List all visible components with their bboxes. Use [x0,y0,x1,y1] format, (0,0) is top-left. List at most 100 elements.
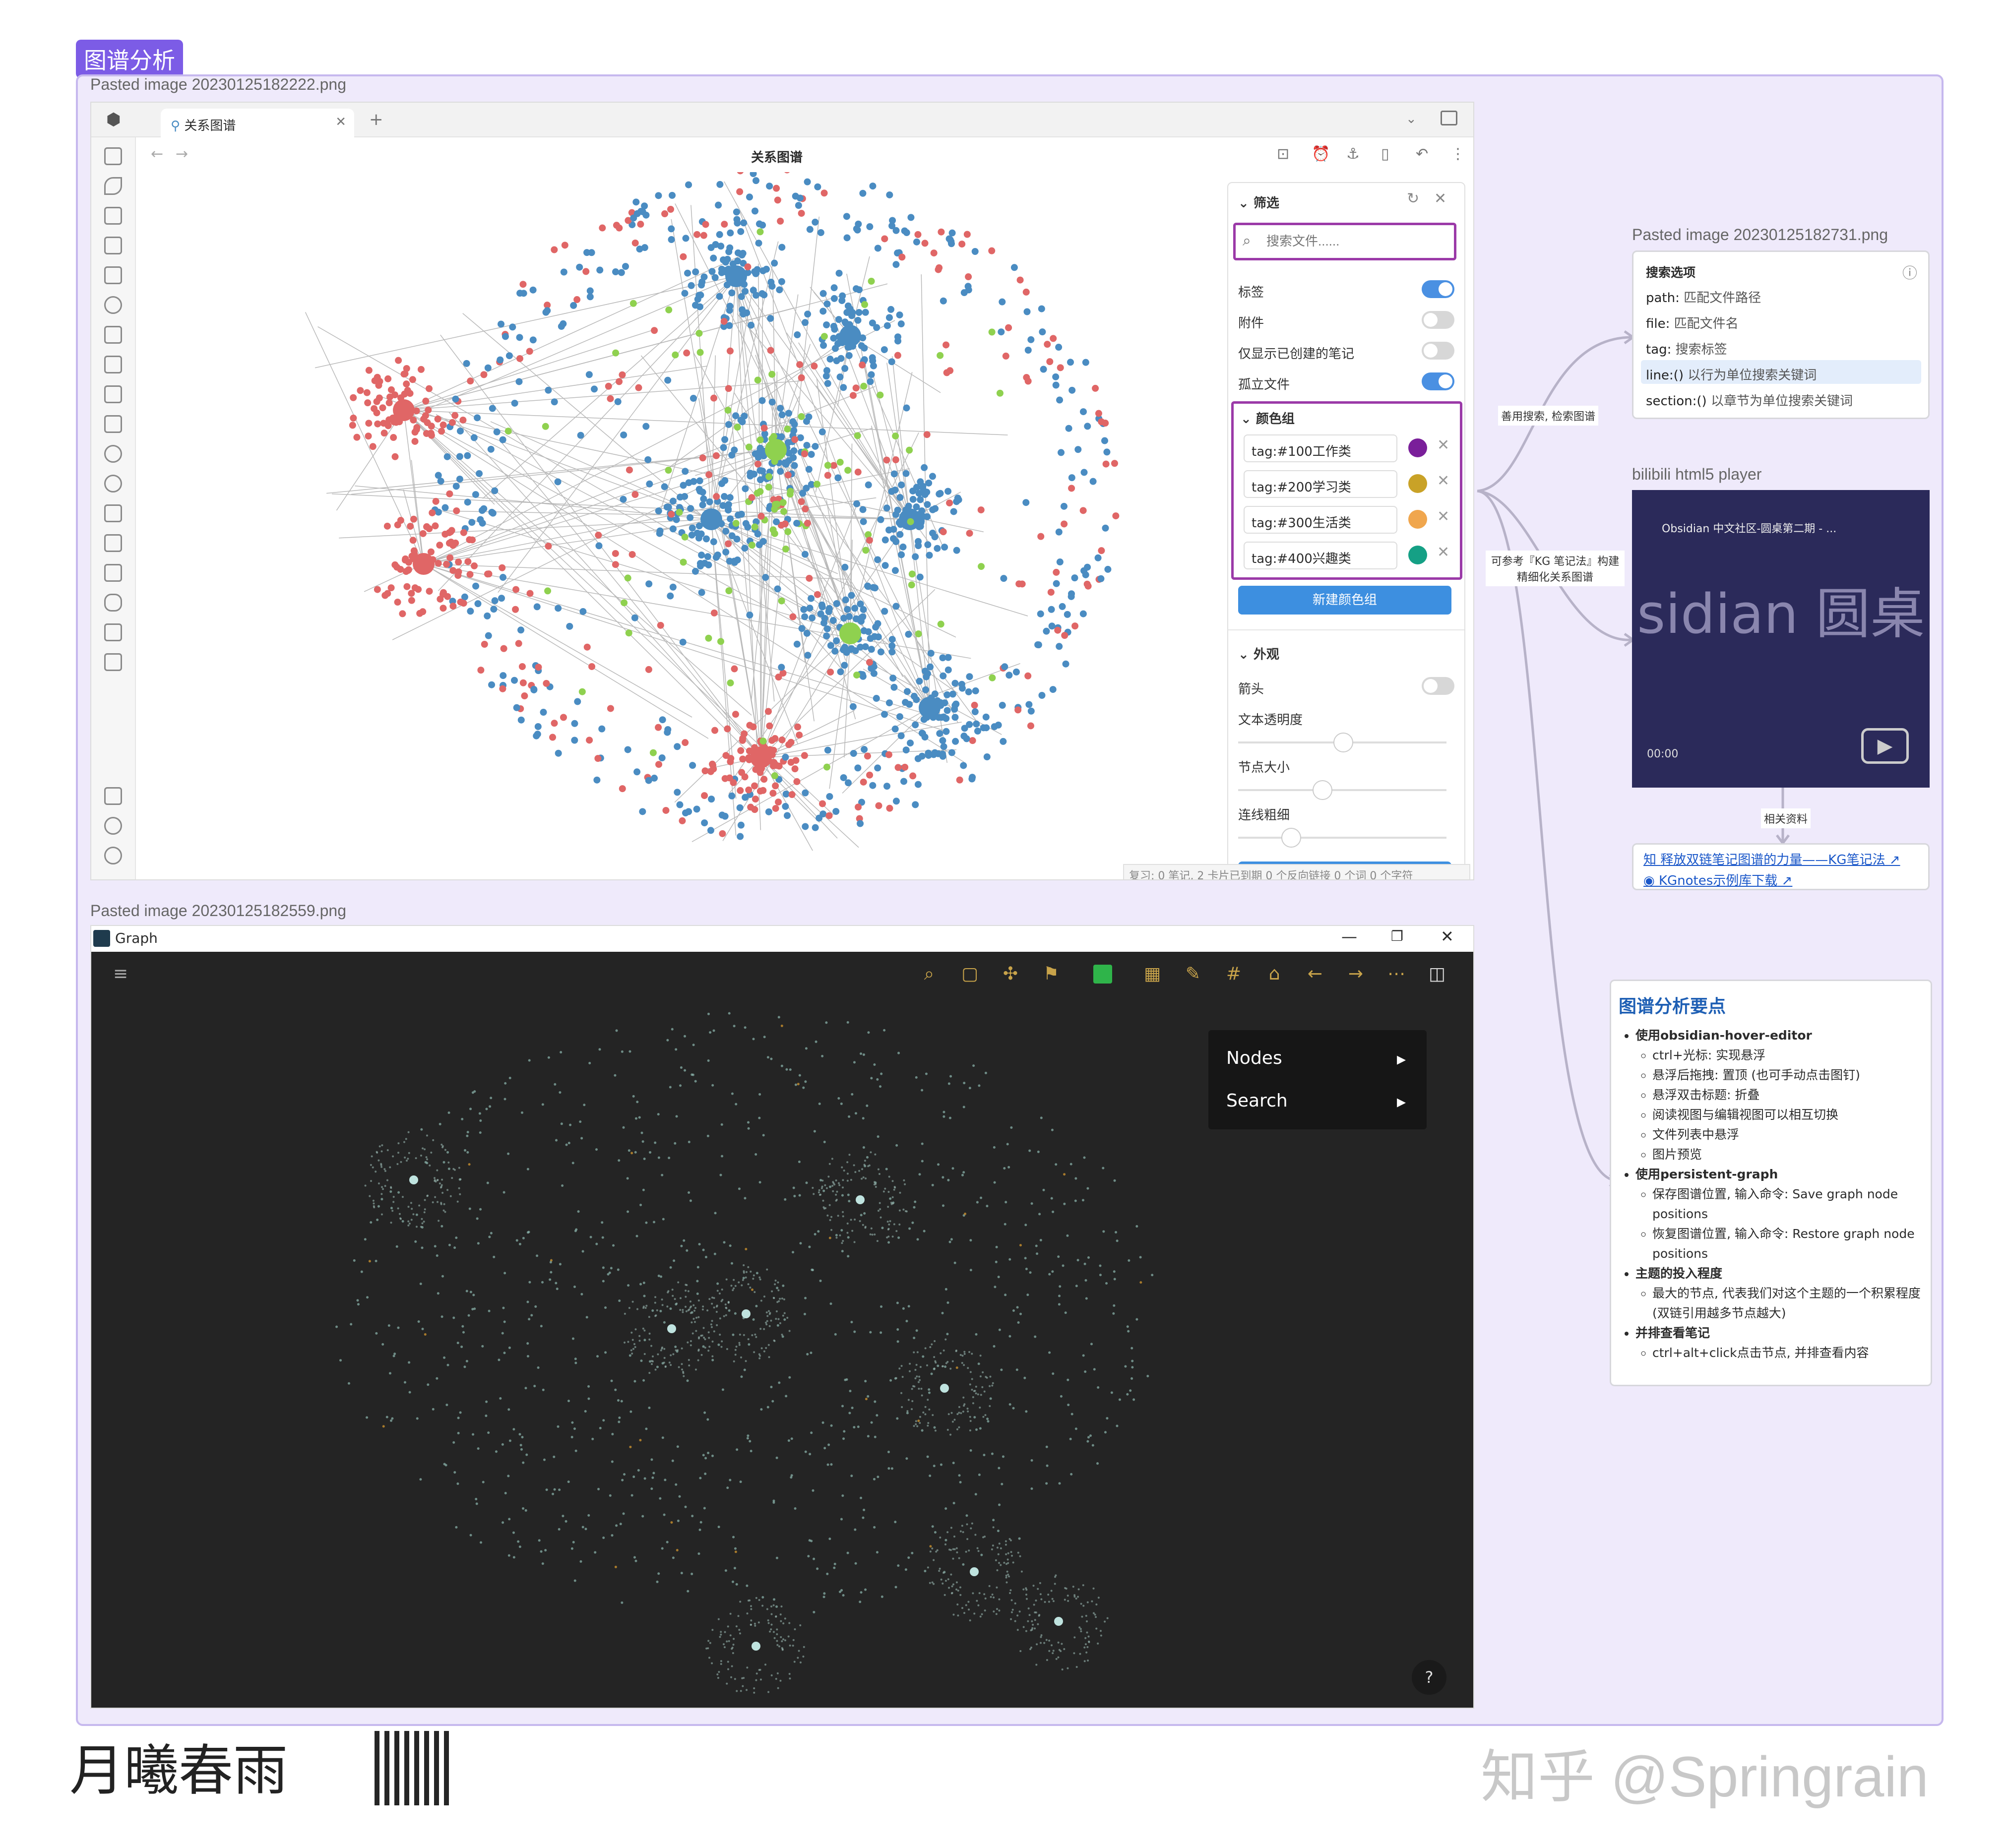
graph-node[interactable] [635,1234,638,1237]
graph-node[interactable] [780,508,787,515]
graph-node[interactable] [896,531,904,538]
graph-node[interactable] [693,1309,695,1312]
graph-node[interactable] [779,1613,782,1616]
graph-node[interactable] [654,1301,656,1304]
graph-node[interactable] [602,1537,605,1540]
graph-node[interactable] [982,1371,984,1373]
graph-node[interactable] [1079,610,1087,617]
graph-node[interactable] [724,1631,726,1633]
graph-node[interactable] [711,1302,713,1305]
graph-node[interactable] [917,1381,920,1383]
graph-node[interactable] [466,571,474,578]
graph-node[interactable] [913,238,920,246]
graph-node[interactable] [879,1085,882,1088]
graph-node[interactable] [795,202,802,209]
graph-node[interactable] [660,1349,662,1352]
graph-node[interactable] [772,804,779,812]
graph-node[interactable] [674,1142,677,1145]
graph-node[interactable] [573,1427,576,1430]
graph-node[interactable] [916,1425,919,1427]
graph-node[interactable] [551,246,558,253]
graph-node[interactable] [679,817,686,824]
graph-node[interactable] [395,357,402,364]
graph-node[interactable] [868,278,875,285]
graph-node[interactable] [971,1353,973,1355]
graph-node[interactable] [845,1378,848,1381]
graph-node[interactable] [466,1131,469,1134]
graph-node[interactable] [991,1384,994,1387]
graph-node[interactable] [690,395,697,402]
graph-node[interactable] [771,1290,773,1293]
graph-node[interactable] [1027,707,1035,715]
graph-node[interactable] [975,1385,977,1388]
graph-node[interactable] [994,1286,997,1289]
graph-node[interactable] [775,762,783,770]
graph-node[interactable] [928,1391,931,1394]
graph-node[interactable] [515,1239,518,1242]
graph-node[interactable] [876,1078,879,1081]
graph-node[interactable] [446,490,453,497]
graph-hub-node[interactable] [970,1567,979,1576]
remove-color-group-icon[interactable]: ✕ [1437,508,1449,525]
graph-node[interactable] [373,1202,375,1205]
graph-node[interactable] [1022,1588,1025,1591]
graph-node[interactable] [758,1599,760,1602]
graph-node[interactable] [919,730,926,737]
graph-node[interactable] [728,1309,731,1312]
graph-node[interactable] [886,804,893,812]
graph-node[interactable] [542,308,550,316]
graph-node[interactable] [360,1270,363,1273]
more-options-icon[interactable]: ⋮ [1450,145,1465,163]
graph-node[interactable] [1055,1574,1057,1577]
graph-node[interactable] [1019,1650,1022,1652]
graph-node[interactable] [517,626,525,634]
graph-node[interactable] [821,1054,824,1057]
graph-node[interactable] [1039,1582,1041,1584]
graph-node[interactable] [1032,1585,1035,1587]
graph-node[interactable] [771,1400,774,1403]
graph-node[interactable] [859,1220,861,1223]
graph-node[interactable] [439,1122,441,1125]
graph-node[interactable] [426,1162,429,1165]
graph-node[interactable] [773,1339,775,1342]
graph-node[interactable] [1083,1156,1086,1159]
graph-node[interactable] [824,746,831,754]
graph-node[interactable] [1082,571,1089,578]
graph-node[interactable] [941,1311,944,1314]
graph-node[interactable] [734,424,741,431]
graph-node[interactable] [654,1296,657,1298]
graph-node[interactable] [789,1677,791,1680]
graph-node[interactable] [861,1168,864,1170]
graph-node[interactable] [677,1349,679,1352]
graph-node[interactable] [1092,1587,1095,1590]
graph-node[interactable] [707,1451,710,1454]
graph-node[interactable] [860,606,867,613]
graph-node[interactable] [803,1312,806,1315]
graph-node[interactable] [687,514,694,521]
graph-node[interactable] [760,425,768,432]
graph-node[interactable] [823,1592,826,1595]
graph-node[interactable] [620,1400,623,1403]
graph-node[interactable] [441,1192,444,1194]
graph-node[interactable] [1112,512,1120,520]
graph-node[interactable] [877,1210,879,1212]
graph-node[interactable] [455,1236,458,1239]
graph-node[interactable] [526,1300,529,1303]
graph-node[interactable] [432,1139,435,1141]
graph-node[interactable] [854,468,862,476]
graph-node[interactable] [633,1556,636,1559]
graph-node[interactable] [969,1239,972,1242]
graph-node[interactable] [913,1337,916,1340]
graph-node[interactable] [711,1454,714,1457]
graph-node[interactable] [716,1290,719,1292]
graph-node[interactable] [782,753,789,761]
graph-node[interactable] [922,1355,925,1358]
graph-node[interactable] [537,1366,540,1369]
graph-node[interactable] [814,481,821,488]
graph-node[interactable] [976,1201,979,1204]
graph-node[interactable] [684,1505,687,1508]
graph-node[interactable] [803,1646,805,1648]
graph-node[interactable] [645,1304,648,1307]
graph-node[interactable] [839,1234,841,1236]
graph-node[interactable] [470,434,478,441]
